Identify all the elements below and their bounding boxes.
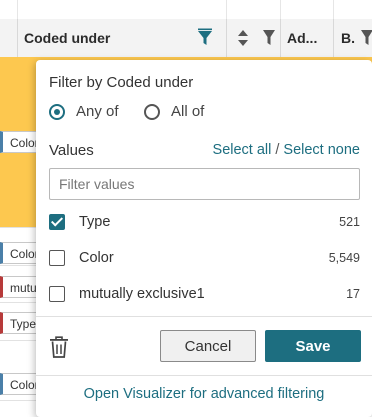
column-separator	[333, 0, 334, 19]
open-visualizer-link[interactable]: Open Visualizer for advanced filtering	[36, 386, 372, 402]
value-label: Type	[79, 214, 111, 230]
radio-any-of[interactable]: Any of	[49, 103, 119, 120]
radio-button[interactable]	[49, 103, 65, 120]
radio-label: Any of	[76, 103, 119, 120]
column-header-b[interactable]: B.	[341, 30, 355, 46]
value-label: Color	[79, 250, 114, 266]
column-separator	[226, 0, 227, 19]
table-header: Coded under Ad... B.	[0, 19, 372, 58]
value-count: 17	[346, 287, 360, 301]
column-separator	[333, 19, 334, 57]
select-links: Select all / Select none	[213, 142, 360, 158]
column-header-ad[interactable]: Ad...	[287, 30, 317, 46]
value-row-color[interactable]: Color 5,549	[49, 247, 360, 269]
select-all-link[interactable]: Select all	[213, 142, 272, 158]
values-heading: Values	[49, 142, 94, 159]
value-count: 5,549	[328, 251, 360, 265]
column-header-coded-under[interactable]: Coded under	[24, 30, 110, 46]
filter-popover: Filter by Coded under Any of All of Valu…	[36, 60, 372, 417]
cancel-button[interactable]: Cancel	[160, 330, 256, 362]
checkbox[interactable]	[49, 214, 65, 230]
column-separator	[17, 19, 18, 57]
popover-divider	[36, 316, 372, 317]
filter-icon[interactable]	[360, 29, 372, 52]
sort-icon[interactable]	[237, 29, 249, 52]
filter-icon[interactable]	[262, 29, 276, 52]
filter-values-input[interactable]	[49, 168, 360, 200]
link-separator: /	[275, 142, 280, 158]
column-separator	[280, 19, 281, 57]
top-strip	[0, 0, 372, 20]
value-count: 521	[339, 215, 360, 229]
radio-label: All of	[171, 103, 205, 120]
trash-icon[interactable]	[49, 336, 69, 363]
column-separator	[280, 0, 281, 19]
radio-button[interactable]	[144, 103, 160, 120]
save-button[interactable]: Save	[265, 330, 361, 362]
value-row-mutually-exclusive1[interactable]: mutually exclusive1 17	[49, 283, 360, 305]
checkbox[interactable]	[49, 286, 65, 302]
radio-all-of[interactable]: All of	[144, 103, 204, 120]
app-window: Coded under Ad... B. Color Color mutu Ty…	[0, 0, 372, 417]
filter-icon[interactable]	[197, 28, 213, 53]
popover-divider	[36, 375, 372, 376]
value-label: mutually exclusive1	[79, 286, 205, 302]
value-row-type[interactable]: Type 521	[49, 211, 360, 233]
column-separator	[17, 0, 18, 19]
column-separator	[226, 19, 227, 57]
select-none-link[interactable]: Select none	[283, 142, 360, 158]
popover-title: Filter by Coded under	[49, 74, 194, 91]
checkbox[interactable]	[49, 250, 65, 266]
